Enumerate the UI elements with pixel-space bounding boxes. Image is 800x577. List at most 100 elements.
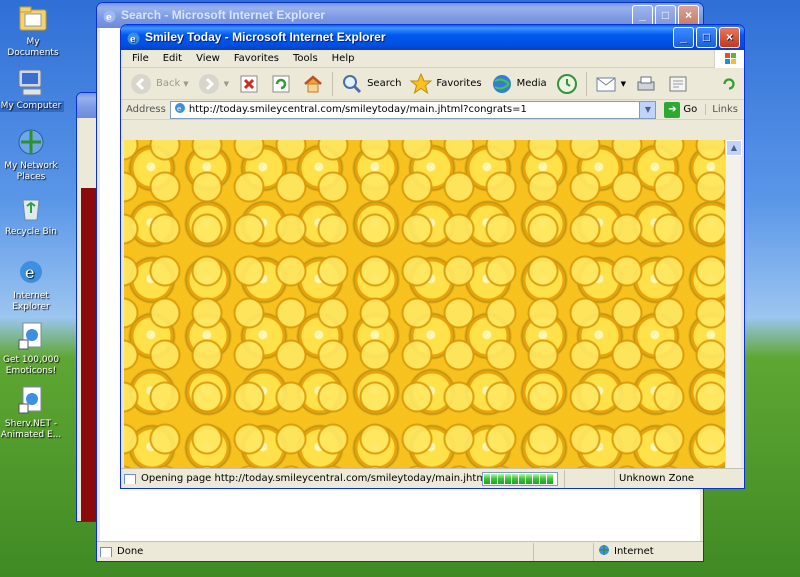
progress-segment (519, 473, 525, 484)
shortcut-page-icon (15, 320, 47, 352)
page-icon (100, 547, 112, 557)
page-icon: e (174, 102, 186, 117)
ie-title-icon: e (126, 30, 141, 45)
internet-explorer-icon: e (15, 256, 47, 288)
globe-icon (598, 544, 610, 559)
refresh-icon (272, 75, 290, 92)
zone-text: Internet (614, 546, 654, 557)
address-bar: Address e http://today.smileycentral.com… (121, 100, 744, 120)
progress-segment (491, 473, 497, 484)
menu-tools[interactable]: Tools (286, 53, 325, 64)
menu-bar: File Edit View Favorites Tools Help (121, 50, 744, 68)
desktop-icon-recycle-bin[interactable]: Recycle Bin (0, 192, 64, 238)
close-button[interactable]: × (719, 27, 740, 48)
menu-view[interactable]: View (189, 53, 227, 64)
recycle-bin-icon (15, 192, 47, 224)
minimize-button[interactable]: _ (673, 27, 694, 48)
desktop-icon-my-documents[interactable]: My Documents (0, 2, 66, 59)
desktop-icon-internet-explorer[interactable]: e Internet Explorer (0, 256, 64, 313)
scroll-up-arrow[interactable]: ▲ (726, 140, 742, 156)
address-url: http://today.smileycentral.com/smileytod… (188, 104, 527, 115)
desktop-icon-label: Get 100,000 Emoticons! (2, 355, 60, 376)
desktop-icon-my-computer[interactable]: My Computer (0, 66, 64, 112)
svg-text:e: e (177, 105, 181, 113)
progress-segment (547, 473, 553, 484)
star-icon (410, 72, 433, 94)
desktop-icon-label: Internet Explorer (12, 291, 50, 312)
progress-segment (505, 473, 511, 484)
progress-segment (498, 473, 504, 484)
history-icon (556, 73, 577, 94)
folder-icon (17, 2, 49, 34)
minimize-button[interactable]: _ (632, 5, 653, 26)
progress-segment (484, 473, 490, 484)
menu-favorites[interactable]: Favorites (227, 53, 286, 64)
print-button[interactable] (630, 70, 662, 98)
media-button[interactable]: Media (486, 70, 551, 98)
desktop-icon-label: My Computer (0, 101, 64, 112)
desktop-icon-label: My Documents (7, 37, 59, 58)
status-bar: Opening page http://today.smileycentral.… (121, 468, 744, 488)
desktop-icon-label: Recycle Bin (5, 227, 57, 237)
vertical-scrollbar[interactable]: ▲ ▼ (725, 140, 742, 488)
progress-segment (512, 473, 518, 484)
desktop-icon-my-network-places[interactable]: My Network Places (0, 126, 64, 183)
favorites-button[interactable]: Favorites (405, 70, 485, 98)
go-arrow-icon: ➔ (664, 101, 681, 118)
svg-text:e: e (130, 35, 136, 45)
desktop-icon-sherv-net[interactable]: Sherv.NET - Animated E... (0, 384, 64, 441)
desktop-icon-label: Sherv.NET - Animated E... (0, 419, 62, 440)
progress-bar (482, 471, 558, 486)
windows-logo-icon (714, 50, 744, 68)
go-button[interactable]: ➔ Go (660, 101, 701, 118)
smiley-pattern (124, 140, 725, 488)
address-input[interactable]: e http://today.smileycentral.com/smileyt… (169, 100, 657, 119)
desktop-icon-get-emoticons[interactable]: Get 100,000 Emoticons! (0, 320, 64, 377)
menu-file[interactable]: File (125, 53, 156, 64)
status-text: Opening page http://today.smileycentral.… (141, 473, 482, 484)
maximize-button[interactable]: □ (696, 27, 717, 48)
smiley-window-titlebar[interactable]: e Smiley Today - Microsoft Internet Expl… (121, 25, 744, 50)
stop-icon (240, 75, 258, 92)
status-bar: Done Internet (97, 541, 703, 561)
status-text: Done (117, 546, 144, 557)
mail-button[interactable]: ▼ (590, 70, 630, 98)
smiley-today-window[interactable]: e Smiley Today - Microsoft Internet Expl… (120, 24, 745, 489)
back-button[interactable]: Back ▼ (125, 70, 193, 98)
edit-page-icon (669, 76, 687, 91)
address-dropdown[interactable]: ▼ (639, 101, 656, 118)
address-label: Address (126, 104, 166, 115)
edit-button[interactable] (662, 70, 694, 98)
smiley-page-content[interactable] (124, 140, 725, 488)
svg-text:e: e (106, 13, 112, 23)
menu-help[interactable]: Help (325, 53, 362, 64)
search-button[interactable]: Search (336, 70, 405, 98)
progress-segment (540, 473, 546, 484)
home-button[interactable] (297, 70, 329, 98)
stop-button[interactable] (233, 70, 265, 98)
menu-edit[interactable]: Edit (156, 53, 189, 64)
links-button[interactable]: Links (705, 104, 742, 115)
window-title: Smiley Today - Microsoft Internet Explor… (145, 30, 386, 44)
page-loading-icon (124, 474, 136, 484)
mail-icon (596, 77, 616, 91)
history-button[interactable] (551, 70, 583, 98)
throbber-icon (716, 70, 744, 98)
progress-segment (533, 473, 539, 484)
desktop-icon-label: My Network Places (4, 161, 58, 182)
home-icon (304, 74, 322, 92)
back-arrow-icon (131, 73, 151, 94)
zone-text: Unknown Zone (619, 473, 695, 484)
shortcut-page-icon (15, 384, 47, 416)
forward-arrow-icon (198, 73, 219, 94)
refresh-button[interactable] (265, 70, 297, 98)
progress-segment (526, 473, 532, 484)
close-button[interactable]: × (678, 5, 699, 26)
maximize-button[interactable]: □ (655, 5, 676, 26)
ie-title-icon: e (102, 8, 117, 23)
media-icon (492, 74, 511, 93)
printer-icon (637, 76, 655, 90)
forward-button[interactable]: ▼ (193, 70, 233, 98)
computer-icon (15, 66, 47, 98)
standard-toolbar: Back ▼ ▼ Search Favorites Media ▼ (121, 68, 744, 100)
